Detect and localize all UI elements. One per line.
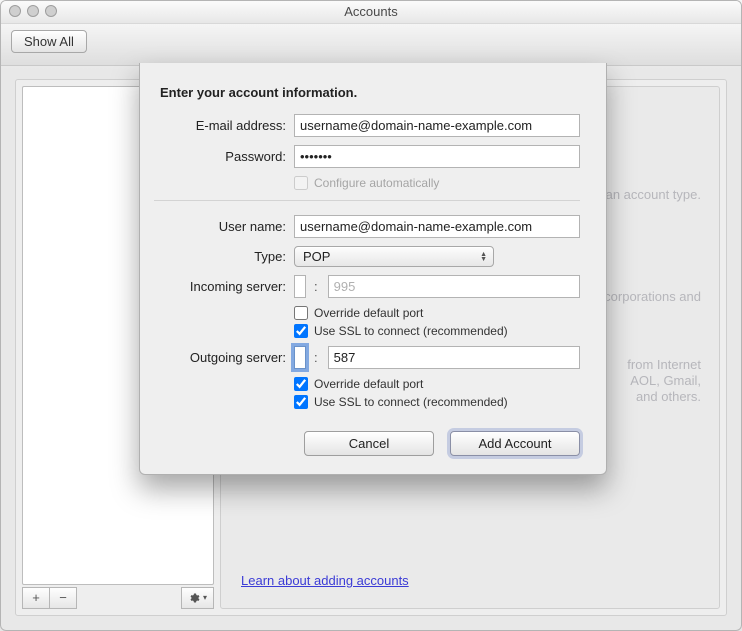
learn-link[interactable]: Learn about adding accounts (241, 573, 409, 588)
add-account-icon[interactable]: + (22, 587, 50, 609)
toolbar: Show All (1, 24, 741, 66)
gear-icon (188, 592, 200, 604)
outgoing-override-port-checkbox[interactable] (294, 377, 308, 391)
outgoing-server-field[interactable] (294, 346, 306, 369)
show-all-button[interactable]: Show All (11, 30, 87, 53)
cancel-button[interactable]: Cancel (304, 431, 434, 456)
type-value: POP (303, 249, 330, 264)
close-icon[interactable] (9, 5, 21, 17)
outgoing-override-port-label: Override default port (314, 377, 423, 391)
minimize-icon[interactable] (27, 5, 39, 17)
incoming-port-field[interactable] (328, 275, 580, 298)
outgoing-ssl-checkbox[interactable] (294, 395, 308, 409)
colon: : (314, 279, 318, 294)
remove-account-icon[interactable]: − (49, 587, 77, 609)
chevron-down-icon: ▾ (203, 588, 207, 608)
bg-text: and others. (636, 389, 701, 404)
username-field[interactable] (294, 215, 580, 238)
sheet-title: Enter your account information. (160, 85, 580, 100)
bg-text: from Internet (627, 357, 701, 372)
outgoing-ssl-label: Use SSL to connect (recommended) (314, 395, 508, 409)
incoming-override-port-checkbox[interactable] (294, 306, 308, 320)
incoming-server-field[interactable] (294, 275, 306, 298)
button-row: Cancel Add Account (154, 431, 580, 456)
username-label: User name: (154, 219, 294, 234)
configure-auto-checkbox (294, 176, 308, 190)
incoming-override-port-label: Override default port (314, 306, 423, 320)
password-label: Password: (154, 149, 294, 164)
incoming-label: Incoming server: (154, 279, 294, 294)
zoom-icon[interactable] (45, 5, 57, 17)
action-menu-button[interactable]: ▾ (181, 587, 214, 609)
incoming-ssl-label: Use SSL to connect (recommended) (314, 324, 508, 338)
configure-auto-label: Configure automatically (314, 176, 439, 190)
type-label: Type: (154, 249, 294, 264)
window-controls (9, 5, 57, 17)
window-title: Accounts (344, 4, 397, 19)
email-label: E-mail address: (154, 118, 294, 133)
add-account-button[interactable]: Add Account (450, 431, 580, 456)
titlebar: Accounts (1, 1, 741, 24)
divider (154, 200, 580, 201)
email-field[interactable] (294, 114, 580, 137)
type-select[interactable]: POP ▲▼ (294, 246, 494, 267)
accounts-window: Accounts Show All + − ▾ select an accoun… (0, 0, 742, 631)
incoming-ssl-checkbox[interactable] (294, 324, 308, 338)
account-sheet: Enter your account information. E-mail a… (139, 63, 607, 475)
bg-text: corporations and (604, 289, 701, 304)
outgoing-port-field[interactable] (328, 346, 580, 369)
configure-auto-row: Configure automatically (294, 176, 580, 190)
outgoing-label: Outgoing server: (154, 350, 294, 365)
password-field[interactable] (294, 145, 580, 168)
sidebar-footer: + − ▾ (22, 587, 214, 609)
colon: : (314, 350, 318, 365)
bg-text: AOL, Gmail, (630, 373, 701, 388)
select-arrows-icon: ▲▼ (480, 252, 487, 262)
